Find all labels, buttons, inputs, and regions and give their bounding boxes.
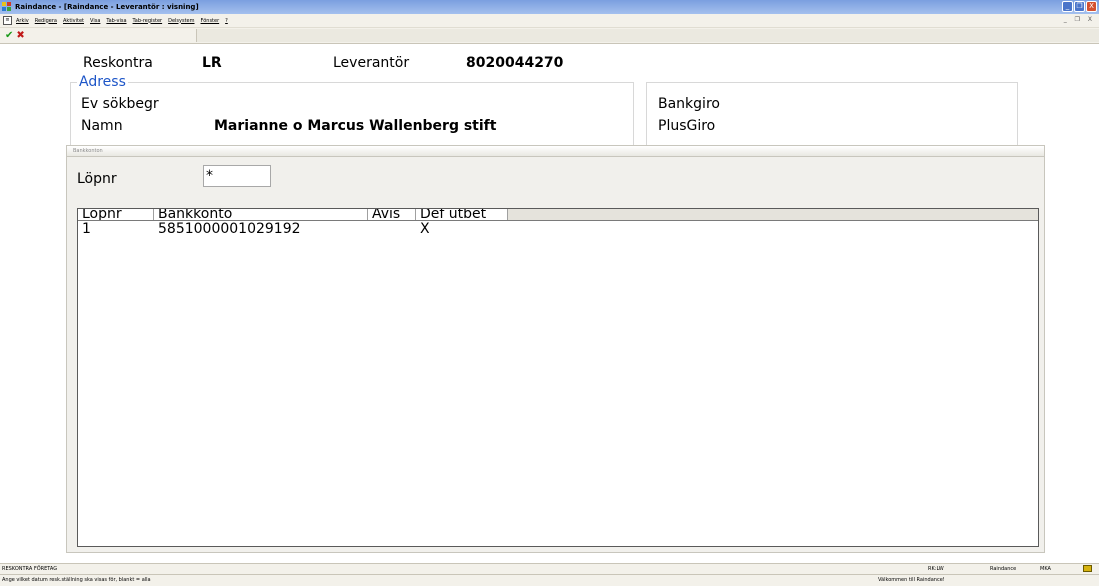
cell-def-utbet: X xyxy=(420,221,430,237)
sokbegr-label: Ev sökbegr xyxy=(81,96,159,112)
main-form: Reskontra LR Leverantör 8020044270 Adres… xyxy=(0,45,1099,563)
cell-bankkonto: 5851000001029192 xyxy=(158,221,301,237)
table-row[interactable]: 1 5851000001029192 X xyxy=(78,221,1038,238)
menu-bar: ≡ Arkiv Redigera Aktivitet Visa Tab-visa… xyxy=(0,14,1099,28)
hint-bar: Ange vilket datum resk.ställning ska vis… xyxy=(0,574,1099,586)
col-header-bankkonto[interactable]: Bankkonto xyxy=(154,209,368,220)
address-legend: Adress xyxy=(77,74,128,90)
restore-button[interactable]: ❐ xyxy=(1074,1,1085,12)
accept-check-icon[interactable]: ✔ xyxy=(5,30,13,41)
status-module: RESKONTRA FÖRETAG xyxy=(2,566,58,572)
document-icon[interactable]: ≡ xyxy=(3,16,12,25)
menu-arkiv[interactable]: Arkiv xyxy=(16,18,29,24)
window-controls: _ ❐ X xyxy=(1062,1,1097,12)
menu-delsystem[interactable]: Delsystem xyxy=(168,18,194,24)
header-filler xyxy=(508,209,1038,220)
menu-redigera[interactable]: Redigera xyxy=(35,18,57,24)
payment-group xyxy=(646,82,1018,152)
address-group: Adress xyxy=(70,74,634,152)
cancel-cross-icon[interactable]: ✖ xyxy=(16,30,24,41)
col-header-avis[interactable]: Avis xyxy=(368,209,416,220)
lopnr-input[interactable] xyxy=(203,165,271,187)
bankkonton-dialog: Bankkonton Löpnr Löpnr Bankkonto Avis De… xyxy=(66,145,1045,553)
flag-icon xyxy=(1083,565,1092,572)
title-bar: Raindance - [Raindance - Leverantör : vi… xyxy=(0,0,1099,14)
menu-help[interactable]: ? xyxy=(225,18,228,24)
toolbar-field xyxy=(196,29,1099,42)
leverantor-label: Leverantör xyxy=(333,55,410,71)
mdi-window-controls[interactable]: _ ❐ X xyxy=(1064,16,1095,23)
reskontra-value: LR xyxy=(202,55,222,71)
close-button[interactable]: X xyxy=(1086,1,1097,12)
bankgiro-label: Bankgiro xyxy=(658,96,720,112)
namn-label: Namn xyxy=(81,118,123,134)
dialog-title: Bankkonton xyxy=(67,146,1044,157)
lopnr-label: Löpnr xyxy=(77,171,117,187)
status-bar: RESKONTRA FÖRETAG RK:LW Raindance MKA xyxy=(0,563,1099,574)
status-hint: Ange vilket datum resk.ställning ska vis… xyxy=(2,577,151,583)
bankaccount-grid: Löpnr Bankkonto Avis Def utbet 1 5851000… xyxy=(77,208,1039,547)
namn-value: Marianne o Marcus Wallenberg stift xyxy=(214,118,497,134)
menu-tab-visa[interactable]: Tab-visa xyxy=(106,18,126,24)
menu-visa[interactable]: Visa xyxy=(90,18,100,24)
menu-aktivitet[interactable]: Aktivitet xyxy=(63,18,84,24)
menu-tab-register[interactable]: Tab-register xyxy=(133,18,163,24)
menu-fonster[interactable]: Fönster xyxy=(201,18,220,24)
status-code: RK:LW xyxy=(928,566,944,572)
leverantor-value: 8020044270 xyxy=(466,55,564,71)
col-header-lopnr[interactable]: Löpnr xyxy=(78,209,154,220)
status-welcome: Välkommen till Raindance! xyxy=(878,577,945,583)
reskontra-label: Reskontra xyxy=(83,55,153,71)
toolbar: ✔ ✖ xyxy=(0,28,1099,44)
grid-header: Löpnr Bankkonto Avis Def utbet xyxy=(78,209,1038,221)
cell-lopnr: 1 xyxy=(82,221,91,237)
status-user: MKA xyxy=(1040,566,1051,572)
minimize-button[interactable]: _ xyxy=(1062,1,1073,12)
col-header-def-utbet[interactable]: Def utbet xyxy=(416,209,508,220)
raindance-app-icon[interactable] xyxy=(2,2,12,12)
status-app: Raindance xyxy=(990,566,1017,572)
plusgiro-label: PlusGiro xyxy=(658,118,716,134)
window-title: Raindance - [Raindance - Leverantör : vi… xyxy=(15,3,199,11)
